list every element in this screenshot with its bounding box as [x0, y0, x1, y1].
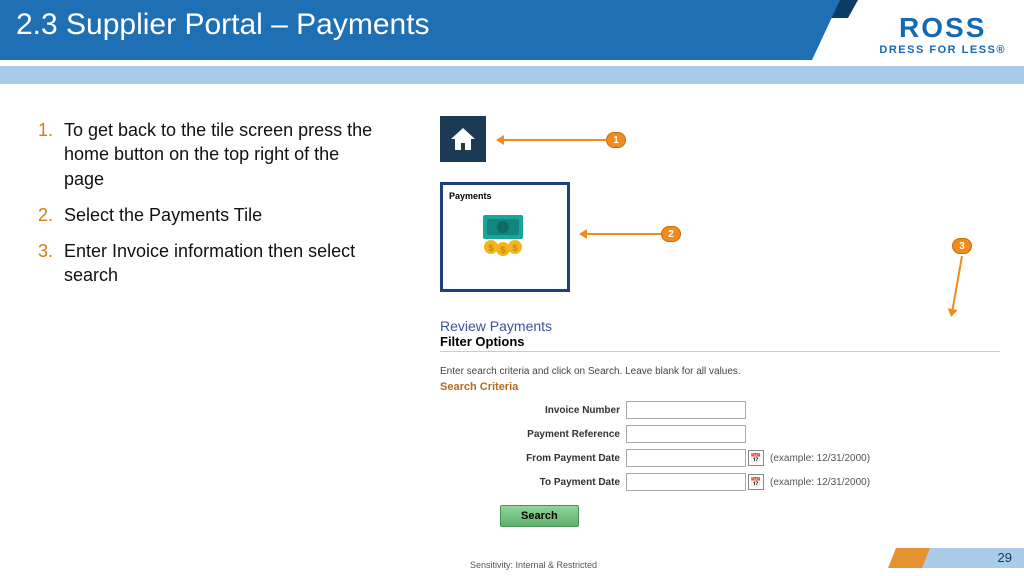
from-payment-date-input[interactable]	[626, 449, 746, 467]
callout-badge: 3	[952, 238, 972, 254]
panel-subheading: Filter Options	[440, 334, 1000, 352]
money-icon: $ $ $	[449, 215, 561, 257]
review-payments-panel: Review Payments Filter Options Enter sea…	[440, 318, 1000, 527]
callout-badge: 2	[661, 226, 681, 242]
form-row-reference: Payment Reference	[440, 425, 1000, 443]
page-number-chip: 29	[914, 548, 1024, 568]
invoice-number-input[interactable]	[626, 401, 746, 419]
callout-1: 1	[502, 132, 626, 148]
panel-hint: Enter search criteria and click on Searc…	[440, 366, 1000, 377]
title-bar: 2.3 Supplier Portal – Payments	[0, 0, 812, 60]
callout-arrow	[951, 256, 963, 311]
instructction-list: To get back to the tile screen press the…	[38, 118, 378, 300]
calendar-icon[interactable]: 📅	[748, 474, 764, 490]
to-payment-date-input[interactable]	[626, 473, 746, 491]
home-button[interactable]	[440, 116, 486, 162]
title-band: 2.3 Supplier Portal – Payments ROSS DRES…	[0, 0, 1024, 66]
home-icon	[451, 128, 475, 150]
callout-3: 3	[952, 238, 972, 312]
ross-logo: ROSS DRESS FOR LESS®	[879, 12, 1006, 56]
callout-badge: 1	[606, 132, 626, 148]
payment-reference-input[interactable]	[626, 425, 746, 443]
page-title: 2.3 Supplier Portal – Payments	[16, 8, 430, 42]
svg-text:$: $	[488, 243, 493, 253]
callout-arrow	[502, 139, 606, 141]
from-date-example: (example: 12/31/2000)	[770, 453, 870, 464]
header-stripe	[0, 66, 1024, 84]
calendar-icon[interactable]: 📅	[748, 450, 764, 466]
form-row-to-date: To Payment Date 📅 (example: 12/31/2000)	[440, 473, 1000, 491]
form-row-invoice: Invoice Number	[440, 401, 1000, 419]
form-row-from-date: From Payment Date 📅 (example: 12/31/2000…	[440, 449, 1000, 467]
logo-text: ROSS	[879, 12, 1006, 44]
payment-reference-label: Payment Reference	[440, 429, 626, 440]
sensitivity-label: Sensitivity: Internal & Restricted	[470, 560, 597, 570]
logo-tagline: DRESS FOR LESS®	[879, 44, 1006, 56]
svg-text:$: $	[512, 243, 517, 253]
instruction-item: To get back to the tile screen press the…	[38, 118, 378, 191]
instruction-item: Select the Payments Tile	[38, 203, 378, 227]
to-payment-date-label: To Payment Date	[440, 477, 626, 488]
instruction-item: Enter Invoice information then select se…	[38, 239, 378, 288]
payments-tile[interactable]: Payments $ $ $	[440, 182, 570, 292]
page-number: 29	[998, 550, 1012, 565]
callout-2: 2	[585, 226, 681, 242]
payments-tile-title: Payments	[449, 191, 561, 201]
to-date-example: (example: 12/31/2000)	[770, 477, 870, 488]
svg-text:$: $	[500, 245, 505, 255]
callout-arrow	[585, 233, 661, 235]
search-criteria-label: Search Criteria	[440, 381, 1000, 393]
invoice-number-label: Invoice Number	[440, 405, 626, 416]
search-button[interactable]: Search	[500, 505, 579, 527]
screenshot-column: Payments $ $ $ Review Payments Filter Op…	[440, 116, 1000, 527]
from-payment-date-label: From Payment Date	[440, 453, 626, 464]
panel-heading: Review Payments	[440, 318, 1000, 334]
